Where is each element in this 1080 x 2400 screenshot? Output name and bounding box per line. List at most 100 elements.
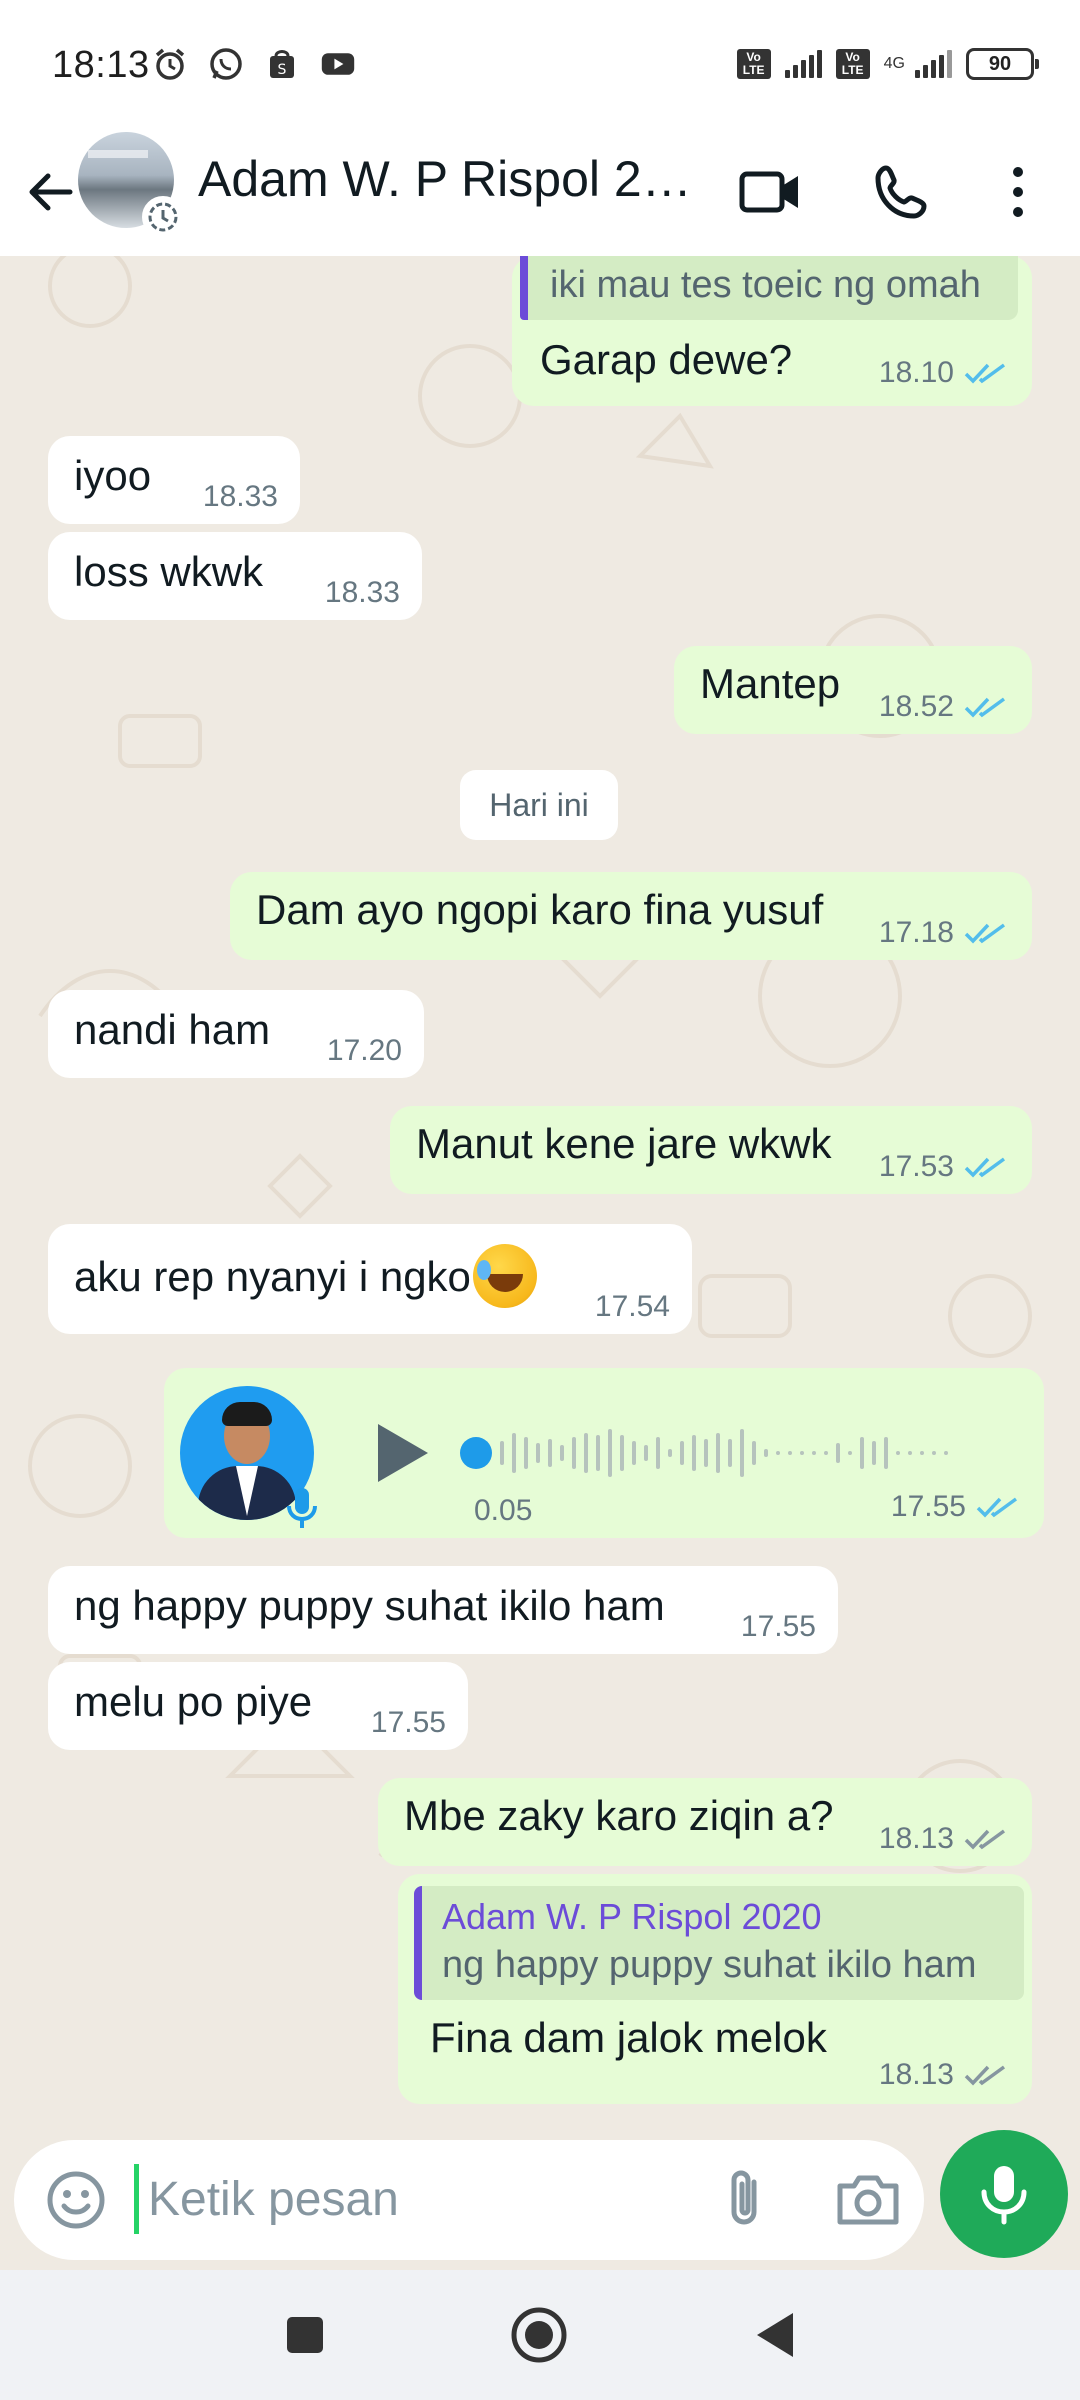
message-time: 18.33 bbox=[324, 576, 400, 609]
message-outgoing[interactable]: Mantep 18.52 bbox=[674, 646, 1032, 734]
message-meta: 18.13 bbox=[879, 2058, 1008, 2092]
signal-icon bbox=[784, 50, 822, 78]
message-text: Garap dewe? bbox=[540, 336, 793, 383]
quoted-text: ng happy puppy suhat ikilo ham bbox=[442, 1944, 977, 1986]
delivered-ticks-icon bbox=[964, 2065, 1006, 2086]
more-vert-icon[interactable] bbox=[978, 152, 1058, 232]
message-meta: 17.55 bbox=[891, 1490, 1020, 1524]
message-outgoing[interactable]: Adam W. P Rispol 2020 ng happy puppy suh… bbox=[398, 1874, 1032, 2104]
message-time: 18.13 bbox=[878, 2058, 954, 2091]
youtube-icon bbox=[320, 46, 356, 82]
back-triangle-icon[interactable] bbox=[740, 2300, 810, 2370]
read-ticks-icon bbox=[964, 697, 1006, 718]
read-ticks-icon bbox=[964, 363, 1006, 384]
avatar-image-detail bbox=[88, 150, 148, 158]
read-ticks-icon bbox=[976, 1497, 1018, 1518]
message-text: Dam ayo ngopi karo fina yusuf bbox=[256, 886, 824, 933]
battery-icon: 90 bbox=[966, 48, 1039, 80]
back-arrow-icon[interactable] bbox=[20, 162, 80, 222]
chat-area[interactable]: iki mau tes toeic ng omah Garap dewe? 18… bbox=[0, 256, 1080, 2140]
read-ticks-icon bbox=[964, 1157, 1006, 1178]
message-incoming[interactable]: loss wkwk 18.33 bbox=[48, 532, 422, 620]
message-time: 18.33 bbox=[202, 480, 278, 513]
message-incoming[interactable]: nandi ham 17.20 bbox=[48, 990, 424, 1078]
message-meta: 18.33 bbox=[325, 576, 400, 610]
message-time: 18.52 bbox=[878, 690, 954, 723]
message-incoming[interactable]: ng happy puppy suhat ikilo ham 17.55 bbox=[48, 1566, 838, 1654]
system-status: Vo LTE Vo LTE 4G 90 bbox=[736, 48, 1039, 80]
message-outgoing[interactable]: Mbe zaky karo ziqin a? 18.13 bbox=[378, 1778, 1032, 1866]
date-divider: Hari ini bbox=[460, 770, 618, 840]
voice-duration: 0.05 bbox=[474, 1494, 533, 1527]
signal-icon-2 bbox=[915, 50, 952, 78]
camera-icon[interactable] bbox=[832, 2164, 904, 2236]
recents-square-icon[interactable] bbox=[270, 2300, 340, 2370]
message-time: 18.13 bbox=[878, 1822, 954, 1855]
message-time: 17.20 bbox=[326, 1034, 402, 1067]
message-text: Mbe zaky karo ziqin a? bbox=[404, 1792, 834, 1839]
message-meta: 17.54 bbox=[595, 1290, 670, 1324]
home-circle-icon[interactable] bbox=[504, 2300, 574, 2370]
play-icon[interactable] bbox=[370, 1418, 434, 1488]
status-bar: 18:13 S Vo LTE Vo LTE 4G 90 bbox=[0, 0, 1080, 132]
message-time: 17.54 bbox=[594, 1290, 670, 1323]
message-text: Manut kene jare wkwk bbox=[416, 1120, 832, 1167]
message-meta: 18.52 bbox=[879, 690, 1008, 724]
message-time: 17.18 bbox=[878, 916, 954, 949]
rolling-on-floor-laughing-emoji-icon bbox=[472, 1244, 537, 1308]
paperclip-icon[interactable] bbox=[710, 2164, 782, 2236]
svg-text:S: S bbox=[278, 62, 287, 78]
message-text: Fina dam jalok melok bbox=[430, 2014, 827, 2061]
alarm-icon bbox=[152, 46, 188, 82]
video-call-icon[interactable] bbox=[730, 152, 810, 232]
chat-header: Adam W. P Rispol 20... bbox=[0, 132, 1080, 256]
message-text: ng happy puppy suhat ikilo ham bbox=[74, 1582, 665, 1629]
quoted-message[interactable]: iki mau tes toeic ng omah bbox=[520, 256, 1018, 320]
composer: Ketik pesan bbox=[0, 2130, 1080, 2270]
message-text: nandi ham bbox=[74, 1006, 271, 1053]
whatsapp-icon bbox=[208, 46, 244, 82]
message-incoming[interactable]: melu po piye 17.55 bbox=[48, 1662, 468, 1750]
delivered-ticks-icon bbox=[964, 1829, 1006, 1850]
message-time: 17.53 bbox=[878, 1150, 954, 1183]
message-time: 17.55 bbox=[740, 1610, 816, 1643]
quoted-message[interactable]: Adam W. P Rispol 2020 ng happy puppy suh… bbox=[414, 1886, 1024, 2000]
message-meta: 17.20 bbox=[327, 1034, 402, 1068]
input-placeholder: Ketik pesan bbox=[148, 2173, 399, 2226]
message-content: aku rep nyanyi i ngko bbox=[74, 1244, 537, 1312]
text-cursor bbox=[134, 2164, 139, 2234]
volte-badge-2: Vo LTE bbox=[835, 49, 870, 79]
message-incoming[interactable]: iyoo 18.33 bbox=[48, 436, 300, 524]
mic-icon bbox=[287, 1488, 317, 1528]
voice-message[interactable]: 0.05 17.55 bbox=[164, 1368, 1044, 1538]
message-text: iyoo bbox=[74, 452, 152, 499]
message-meta: 17.53 bbox=[879, 1150, 1008, 1184]
message-outgoing[interactable]: Manut kene jare wkwk 17.53 bbox=[390, 1106, 1032, 1194]
message-outgoing[interactable]: iki mau tes toeic ng omah Garap dewe? 18… bbox=[512, 256, 1032, 406]
contact-name[interactable]: Adam W. P Rispol 20... bbox=[198, 150, 698, 208]
message-meta: 18.10 bbox=[879, 356, 1008, 390]
phone-icon[interactable] bbox=[862, 152, 942, 232]
mic-icon[interactable] bbox=[940, 2130, 1068, 2258]
message-text: melu po piye bbox=[74, 1678, 313, 1725]
message-text: aku rep nyanyi i ngko bbox=[74, 1253, 471, 1301]
avatar-hair bbox=[222, 1402, 272, 1426]
shopping-bag-icon: S bbox=[264, 46, 300, 82]
message-text: Mantep bbox=[700, 660, 841, 707]
volte-badge: Vo LTE bbox=[736, 49, 771, 79]
read-ticks-icon bbox=[964, 923, 1006, 944]
message-outgoing[interactable]: Dam ayo ngopi karo fina yusuf 17.18 bbox=[230, 872, 1032, 960]
message-time: 17.55 bbox=[890, 1490, 966, 1523]
message-time: 17.55 bbox=[370, 1706, 446, 1739]
message-input[interactable]: Ketik pesan bbox=[14, 2140, 924, 2260]
notification-icons: S bbox=[152, 46, 356, 82]
emoji-icon[interactable] bbox=[44, 2168, 108, 2232]
message-meta: 17.55 bbox=[371, 1706, 446, 1740]
message-time: 18.10 bbox=[878, 356, 954, 389]
network-type: 4G bbox=[883, 55, 905, 72]
message-incoming[interactable]: aku rep nyanyi i ngko 17.54 bbox=[48, 1224, 692, 1334]
audio-waveform[interactable] bbox=[460, 1416, 980, 1490]
message-meta: 17.55 bbox=[741, 1610, 816, 1644]
disappearing-timer-icon bbox=[142, 196, 184, 238]
message-text: loss wkwk bbox=[74, 548, 264, 595]
